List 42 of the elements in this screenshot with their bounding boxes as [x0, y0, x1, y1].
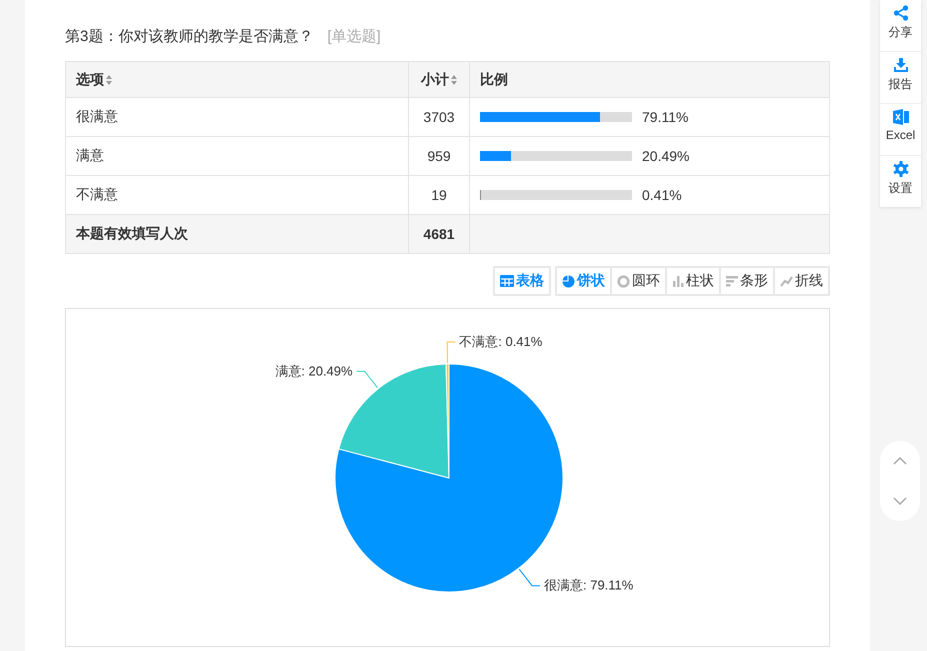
- bar-chart-icon: [726, 275, 738, 287]
- table-cell: 本题有效填写人次: [66, 214, 408, 254]
- column-header: 比例: [470, 62, 830, 98]
- sort-icon[interactable]: [451, 74, 457, 84]
- column-chart-icon: [672, 275, 684, 287]
- share-button[interactable]: 分享: [880, 0, 921, 51]
- leader-line: [446, 342, 456, 364]
- sort-icon[interactable]: [106, 74, 112, 84]
- table-cell: 4681: [408, 214, 470, 254]
- table-cell: 满意: [66, 136, 408, 176]
- table-cell: 很满意: [66, 98, 408, 136]
- share-icon: [892, 5, 908, 21]
- question-type: [单选题]: [327, 27, 381, 47]
- leader-line: [356, 370, 378, 388]
- percent-label: 0.41%: [642, 187, 682, 203]
- column-header[interactable]: 小计: [408, 62, 470, 98]
- download-icon: [892, 57, 908, 73]
- line-view-button[interactable]: 折线: [775, 268, 828, 294]
- percent-label: 20.49%: [642, 148, 690, 164]
- settings-icon: [892, 161, 908, 177]
- bar-view-button[interactable]: 条形: [721, 268, 773, 294]
- slice-label: 很满意: 79.11%: [544, 578, 634, 593]
- table-icon: [500, 275, 514, 287]
- slice-label: 满意: 20.49%: [275, 363, 353, 378]
- download-button[interactable]: 报告: [880, 52, 921, 103]
- spreadsheet-icon: [892, 109, 908, 125]
- table-cell: 959: [408, 136, 470, 176]
- leader-line: [518, 568, 540, 586]
- question-title: 第3题：你对该教师的教学是否满意？: [65, 27, 314, 47]
- settings-button[interactable]: 设置: [880, 156, 921, 207]
- line-chart-icon: [780, 275, 793, 287]
- ring-view-button[interactable]: 圆环: [612, 268, 665, 294]
- excel-button[interactable]: Excel: [880, 104, 921, 155]
- column-header[interactable]: 选项: [66, 62, 408, 98]
- slice-label: 不满意: 0.41%: [459, 334, 542, 349]
- ring-icon: [617, 274, 630, 288]
- pie-icon: [562, 274, 575, 288]
- chevron-up-icon[interactable]: [893, 457, 907, 465]
- column-view-button[interactable]: 柱状: [667, 268, 719, 294]
- percent-label: 79.11%: [642, 109, 688, 125]
- table-cell: 3703: [408, 98, 470, 136]
- chevron-down-icon[interactable]: [893, 497, 907, 505]
